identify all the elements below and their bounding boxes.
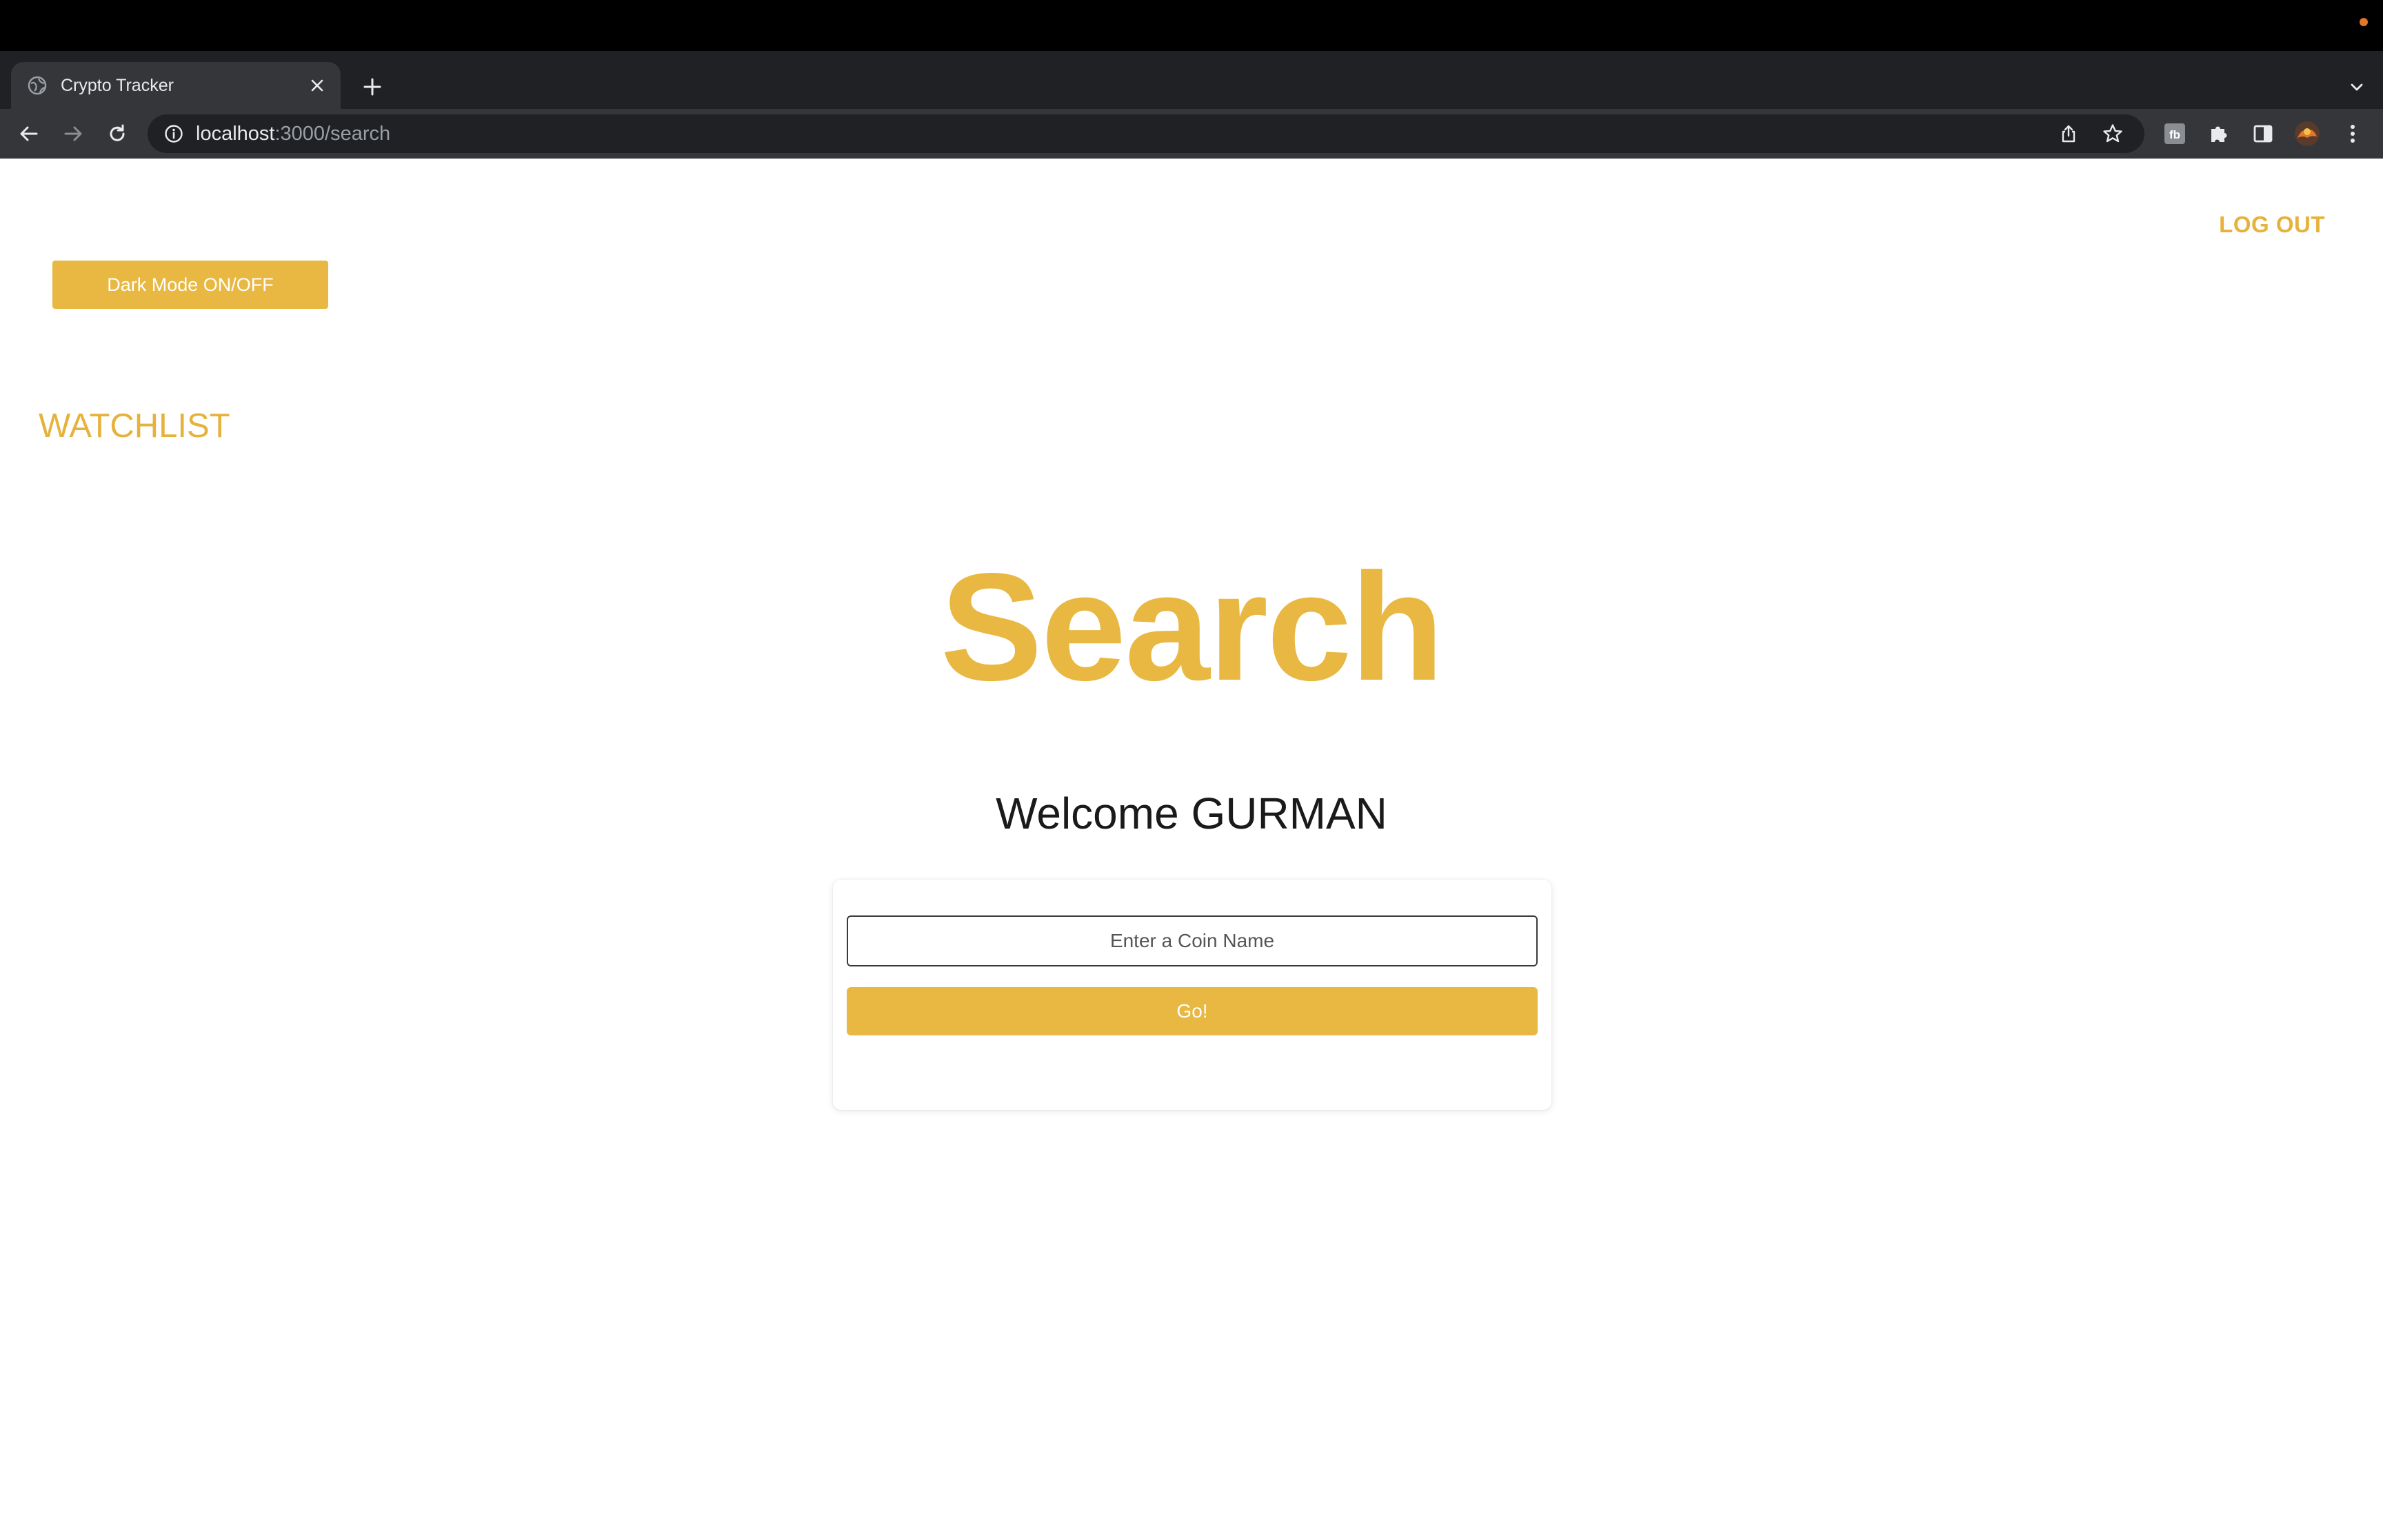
logout-link[interactable]: LOG OUT	[2219, 211, 2325, 239]
plus-icon[interactable]	[357, 72, 388, 102]
side-panel-icon[interactable]	[2246, 117, 2280, 150]
tab-strip: Crypto Tracker	[0, 51, 2383, 109]
tab-title: Crypto Tracker	[61, 76, 174, 95]
avatar-icon[interactable]	[2291, 117, 2324, 150]
browser-toolbar: localhost:3000/search fb	[0, 109, 2383, 159]
address-bar[interactable]: localhost:3000/search	[148, 114, 2144, 153]
go-button[interactable]: Go!	[847, 987, 1538, 1035]
url-text: localhost:3000/search	[196, 122, 390, 145]
user-name: GURMAN	[1191, 789, 1387, 838]
chevron-down-icon[interactable]	[2342, 72, 2372, 102]
page-title: Search	[940, 542, 1444, 713]
forward-arrow-icon[interactable]	[57, 117, 90, 150]
puzzle-icon[interactable]	[2202, 117, 2235, 150]
extension-icon[interactable]: fb	[2158, 117, 2191, 150]
close-icon[interactable]	[303, 72, 331, 99]
welcome-message: Welcome GURMAN	[0, 786, 2383, 841]
back-arrow-icon[interactable]	[12, 117, 46, 150]
kebab-menu-icon[interactable]	[2336, 117, 2369, 150]
search-card: Go!	[833, 880, 1551, 1110]
globe-icon	[28, 76, 47, 95]
welcome-prefix: Welcome	[996, 789, 1179, 838]
reload-icon[interactable]	[101, 117, 134, 150]
url-host: localhost	[196, 123, 275, 145]
star-icon[interactable]	[2100, 121, 2125, 146]
url-path: :3000/search	[274, 123, 391, 145]
dark-mode-toggle-button[interactable]: Dark Mode ON/OFF	[52, 261, 328, 309]
page-content: LOG OUT Dark Mode ON/OFF WATCHLIST Searc…	[0, 159, 2383, 1540]
watchlist-link[interactable]: WATCHLIST	[39, 407, 230, 445]
share-icon[interactable]	[2056, 121, 2081, 146]
svg-text:fb: fb	[2169, 128, 2180, 141]
recording-indicator-icon	[2360, 18, 2368, 26]
browser-tab-active[interactable]: Crypto Tracker	[11, 62, 341, 109]
info-icon[interactable]	[164, 124, 183, 143]
system-top-bar	[0, 0, 2383, 51]
coin-search-input[interactable]	[847, 915, 1538, 966]
